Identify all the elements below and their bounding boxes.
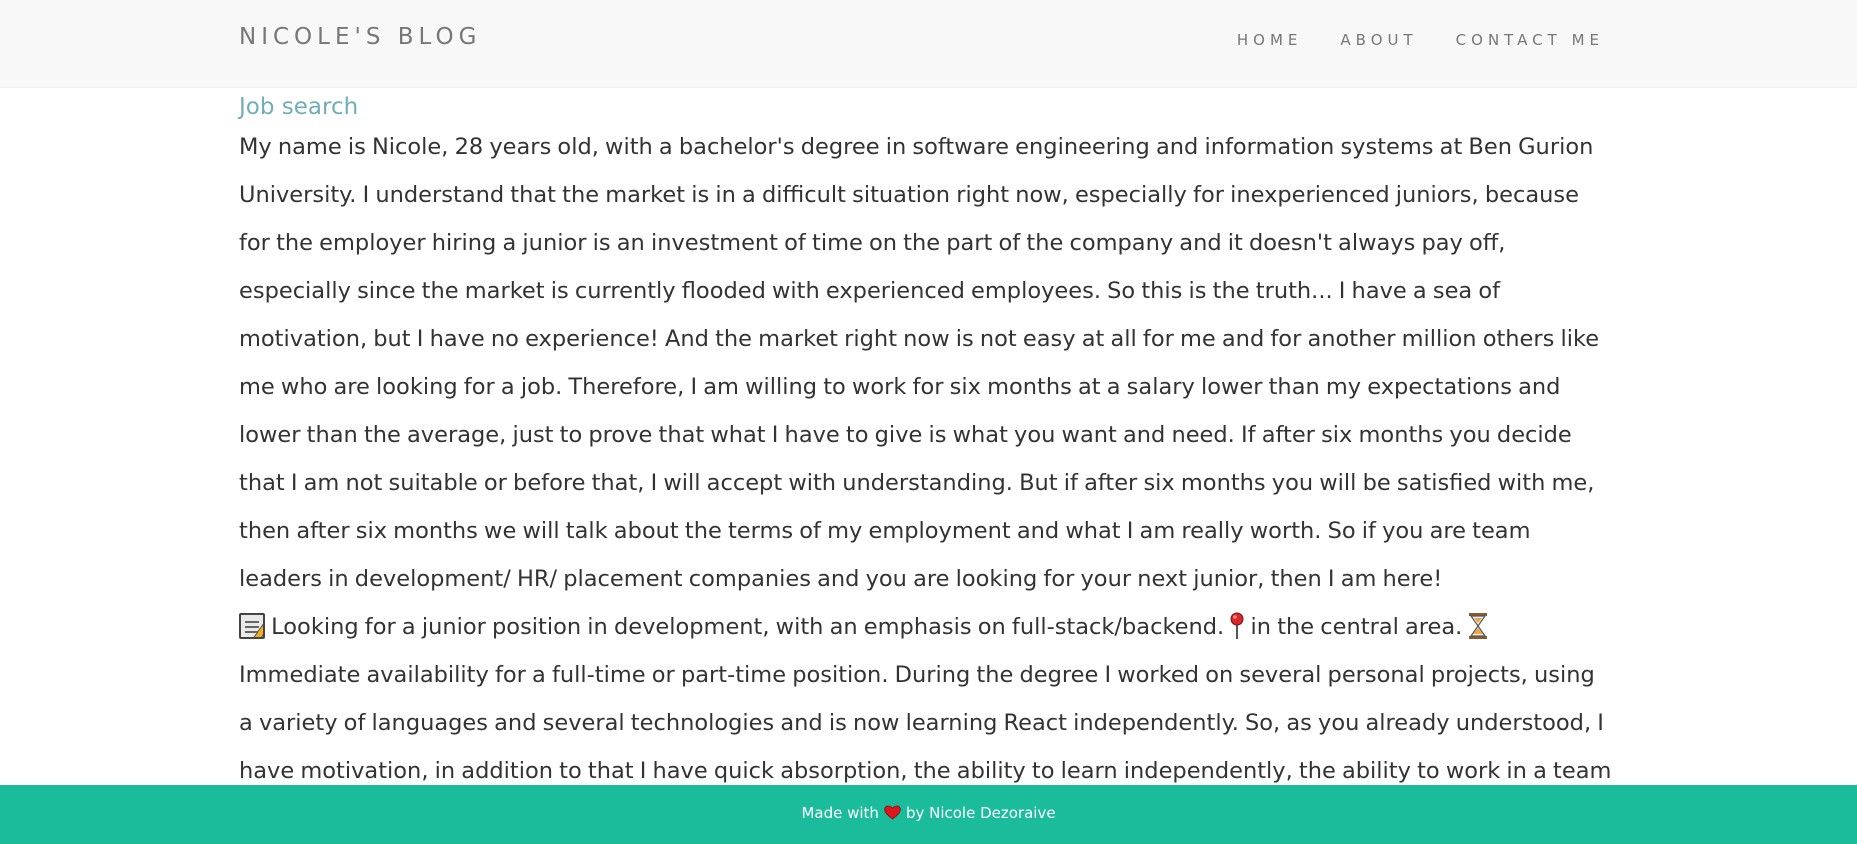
- post-content: Job search My name is Nicole, 28 years o…: [239, 87, 1614, 843]
- footer-suffix: by Nicole Dezoraive: [905, 804, 1056, 822]
- heart-icon: [884, 805, 901, 820]
- blog-brand-link[interactable]: NICOLE'S BLOG: [239, 24, 481, 50]
- nav-link-home[interactable]: HOME: [1237, 31, 1303, 49]
- nav-link-contact-me[interactable]: CONTACT ME: [1456, 31, 1604, 49]
- memo-icon: [239, 612, 265, 639]
- footer-credit: Made with by Nicole Dezoraive: [801, 804, 1055, 822]
- post-body-location: in the central area.: [1244, 614, 1469, 640]
- nav-link-about[interactable]: ABOUT: [1340, 31, 1417, 49]
- footer-prefix: Made with: [801, 804, 879, 822]
- hourglass-icon: [1469, 612, 1488, 639]
- footer: Made with by Nicole Dezoraive: [0, 785, 1857, 844]
- post-body: My name is Nicole, 28 years old, with a …: [239, 123, 1614, 843]
- post-title: Job search: [239, 94, 359, 120]
- navbar: NICOLE'S BLOG HOME ABOUT CONTACT ME: [0, 0, 1857, 88]
- post-body-intro: My name is Nicole, 28 years old, with a …: [239, 134, 1600, 592]
- post-body-position: Looking for a junior position in develop…: [265, 614, 1231, 640]
- round-pushpin-icon: [1230, 612, 1244, 639]
- nav-links: HOME ABOUT CONTACT ME: [1237, 31, 1604, 49]
